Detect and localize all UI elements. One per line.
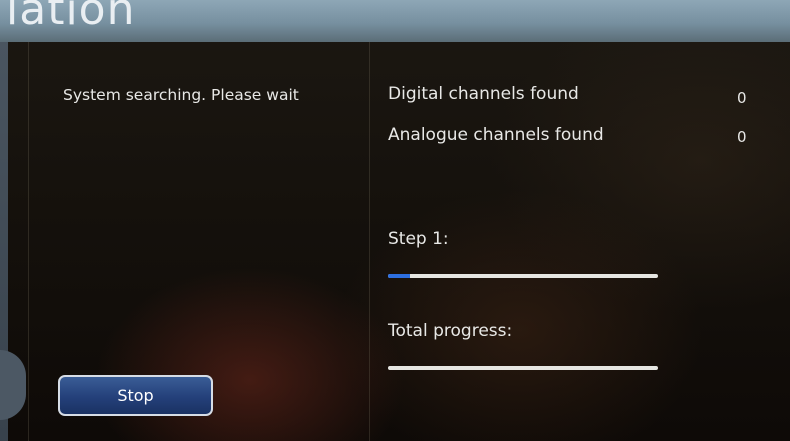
step-progress-bar bbox=[388, 274, 658, 278]
digital-channels-label: Digital channels found bbox=[388, 84, 579, 104]
left-edge-ornament bbox=[0, 350, 26, 420]
center-divider bbox=[369, 42, 370, 441]
total-progress-bar bbox=[388, 366, 658, 370]
search-status-message: System searching. Please wait bbox=[63, 86, 299, 104]
left-divider bbox=[28, 42, 29, 441]
stop-button[interactable]: Stop bbox=[58, 375, 213, 416]
installation-screen: lation System searching. Please wait Dig… bbox=[0, 0, 790, 441]
analogue-channels-label: Analogue channels found bbox=[388, 125, 604, 145]
total-progress-label: Total progress: bbox=[388, 321, 513, 341]
step-progress-fill bbox=[388, 274, 410, 278]
digital-channels-count: 0 bbox=[737, 89, 747, 107]
analogue-channels-count: 0 bbox=[737, 128, 747, 146]
page-title: lation bbox=[6, 0, 136, 35]
step-progress-label: Step 1: bbox=[388, 229, 449, 249]
title-bar: lation bbox=[0, 0, 790, 42]
